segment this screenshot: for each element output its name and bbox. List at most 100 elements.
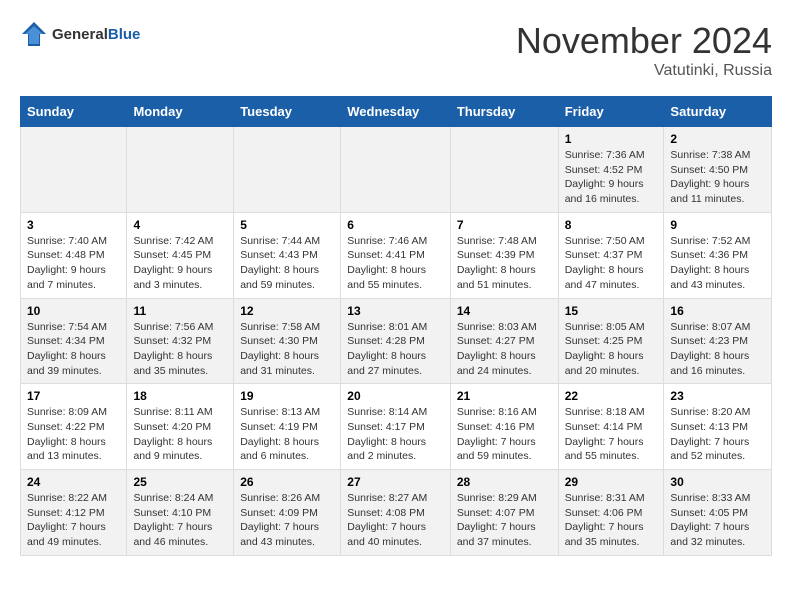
day-number: 10 — [27, 304, 120, 318]
day-number: 25 — [133, 475, 227, 489]
day-info: Sunrise: 7:56 AM Sunset: 4:32 PM Dayligh… — [133, 320, 227, 379]
calendar-day: 8 Sunrise: 7:50 AM Sunset: 4:37 PM Daylig… — [558, 212, 664, 298]
calendar-day: 22Sunrise: 8:18 AM Sunset: 4:14 PM Dayli… — [558, 384, 664, 470]
page-header: GeneralBlue November 2024 Vatutinki, Rus… — [20, 20, 772, 80]
calendar-week-1: 1 Sunrise: 7:36 AM Sunset: 4:52 PM Daylig… — [21, 127, 772, 213]
calendar-day — [21, 127, 127, 213]
day-info: Sunrise: 7:58 AM Sunset: 4:30 PM Dayligh… — [240, 320, 334, 379]
day-number: 3 — [27, 218, 120, 232]
day-number: 27 — [347, 475, 444, 489]
day-number: 15 — [565, 304, 658, 318]
calendar-day: 3 Sunrise: 7:40 AM Sunset: 4:48 PM Daylig… — [21, 212, 127, 298]
day-number: 26 — [240, 475, 334, 489]
day-number: 16 — [670, 304, 765, 318]
day-number: 7 — [457, 218, 552, 232]
day-number: 13 — [347, 304, 444, 318]
location-subtitle: Vatutinki, Russia — [516, 62, 772, 80]
day-info: Sunrise: 8:11 AM Sunset: 4:20 PM Dayligh… — [133, 405, 227, 464]
day-info: Sunrise: 7:50 AM Sunset: 4:37 PM Dayligh… — [565, 234, 658, 293]
day-info: Sunrise: 7:52 AM Sunset: 4:36 PM Dayligh… — [670, 234, 765, 293]
day-info: Sunrise: 7:38 AM Sunset: 4:50 PM Dayligh… — [670, 148, 765, 207]
day-number: 8 — [565, 218, 658, 232]
calendar-day: 19 Sunrise: 8:13 AM Sunset: 4:19 PM Dayli… — [234, 384, 341, 470]
day-number: 1 — [565, 132, 658, 146]
day-number: 24 — [27, 475, 120, 489]
weekday-header-friday: Friday — [558, 97, 664, 127]
day-number: 4 — [133, 218, 227, 232]
day-info: Sunrise: 7:36 AM Sunset: 4:52 PM Dayligh… — [565, 148, 658, 207]
calendar-day: 18 Sunrise: 8:11 AM Sunset: 4:20 PM Dayli… — [127, 384, 234, 470]
logo-icon — [20, 20, 48, 48]
day-info: Sunrise: 8:18 AM Sunset: 4:14 PM Dayligh… — [565, 405, 658, 464]
calendar-day — [450, 127, 558, 213]
day-info: Sunrise: 8:31 AM Sunset: 4:06 PM Dayligh… — [565, 491, 658, 550]
calendar-week-5: 24 Sunrise: 8:22 AM Sunset: 4:12 PM Dayli… — [21, 470, 772, 556]
day-number: 9 — [670, 218, 765, 232]
day-info: Sunrise: 7:40 AM Sunset: 4:48 PM Dayligh… — [27, 234, 120, 293]
day-info: Sunrise: 8:33 AM Sunset: 4:05 PM Dayligh… — [670, 491, 765, 550]
day-number: 12 — [240, 304, 334, 318]
day-number: 28 — [457, 475, 552, 489]
calendar-day: 9 Sunrise: 7:52 AM Sunset: 4:36 PM Daylig… — [664, 212, 772, 298]
day-info: Sunrise: 8:13 AM Sunset: 4:19 PM Dayligh… — [240, 405, 334, 464]
day-number: 17 — [27, 389, 120, 403]
day-info: Sunrise: 8:16 AM Sunset: 4:16 PM Dayligh… — [457, 405, 552, 464]
day-info: Sunrise: 8:07 AM Sunset: 4:23 PM Dayligh… — [670, 320, 765, 379]
calendar-week-2: 3 Sunrise: 7:40 AM Sunset: 4:48 PM Daylig… — [21, 212, 772, 298]
calendar-day: 6 Sunrise: 7:46 AM Sunset: 4:41 PM Daylig… — [341, 212, 451, 298]
day-info: Sunrise: 8:03 AM Sunset: 4:27 PM Dayligh… — [457, 320, 552, 379]
calendar-day: 24 Sunrise: 8:22 AM Sunset: 4:12 PM Dayli… — [21, 470, 127, 556]
day-info: Sunrise: 8:26 AM Sunset: 4:09 PM Dayligh… — [240, 491, 334, 550]
day-info: Sunrise: 7:54 AM Sunset: 4:34 PM Dayligh… — [27, 320, 120, 379]
weekday-header-sunday: Sunday — [21, 97, 127, 127]
weekday-header-saturday: Saturday — [664, 97, 772, 127]
day-number: 2 — [670, 132, 765, 146]
calendar-week-4: 17 Sunrise: 8:09 AM Sunset: 4:22 PM Dayli… — [21, 384, 772, 470]
weekday-header-tuesday: Tuesday — [234, 97, 341, 127]
day-info: Sunrise: 7:46 AM Sunset: 4:41 PM Dayligh… — [347, 234, 444, 293]
calendar-header-row: SundayMondayTuesdayWednesdayThursdayFrid… — [21, 97, 772, 127]
calendar-day: 17 Sunrise: 8:09 AM Sunset: 4:22 PM Dayli… — [21, 384, 127, 470]
day-info: Sunrise: 8:22 AM Sunset: 4:12 PM Dayligh… — [27, 491, 120, 550]
calendar-day: 1 Sunrise: 7:36 AM Sunset: 4:52 PM Daylig… — [558, 127, 664, 213]
day-info: Sunrise: 7:44 AM Sunset: 4:43 PM Dayligh… — [240, 234, 334, 293]
logo: GeneralBlue — [20, 20, 140, 48]
calendar-day: 12 Sunrise: 7:58 AM Sunset: 4:30 PM Dayli… — [234, 298, 341, 384]
day-info: Sunrise: 8:24 AM Sunset: 4:10 PM Dayligh… — [133, 491, 227, 550]
calendar-day — [127, 127, 234, 213]
weekday-header-wednesday: Wednesday — [341, 97, 451, 127]
calendar-day — [341, 127, 451, 213]
calendar-day: 30 Sunrise: 8:33 AM Sunset: 4:05 PM Dayli… — [664, 470, 772, 556]
logo-blue: Blue — [108, 26, 141, 43]
calendar-day: 16 Sunrise: 8:07 AM Sunset: 4:23 PM Dayli… — [664, 298, 772, 384]
calendar-day: 2 Sunrise: 7:38 AM Sunset: 4:50 PM Daylig… — [664, 127, 772, 213]
day-number: 30 — [670, 475, 765, 489]
day-number: 18 — [133, 389, 227, 403]
day-number: 11 — [133, 304, 227, 318]
day-number: 23 — [670, 389, 765, 403]
day-number: 6 — [347, 218, 444, 232]
calendar-day: 23Sunrise: 8:20 AM Sunset: 4:13 PM Dayli… — [664, 384, 772, 470]
calendar-day: 21 Sunrise: 8:16 AM Sunset: 4:16 PM Dayli… — [450, 384, 558, 470]
logo-general: General — [52, 26, 108, 43]
calendar-day: 26 Sunrise: 8:26 AM Sunset: 4:09 PM Dayli… — [234, 470, 341, 556]
day-info: Sunrise: 7:42 AM Sunset: 4:45 PM Dayligh… — [133, 234, 227, 293]
day-number: 19 — [240, 389, 334, 403]
day-info: Sunrise: 8:27 AM Sunset: 4:08 PM Dayligh… — [347, 491, 444, 550]
calendar-day: 27 Sunrise: 8:27 AM Sunset: 4:08 PM Dayli… — [341, 470, 451, 556]
day-number: 14 — [457, 304, 552, 318]
day-number: 20 — [347, 389, 444, 403]
calendar-day: 14 Sunrise: 8:03 AM Sunset: 4:27 PM Dayli… — [450, 298, 558, 384]
day-number: 21 — [457, 389, 552, 403]
calendar-day: 25 Sunrise: 8:24 AM Sunset: 4:10 PM Dayli… — [127, 470, 234, 556]
calendar-day: 11 Sunrise: 7:56 AM Sunset: 4:32 PM Dayli… — [127, 298, 234, 384]
calendar-day: 4 Sunrise: 7:42 AM Sunset: 4:45 PM Daylig… — [127, 212, 234, 298]
calendar-day: 5Sunrise: 7:44 AM Sunset: 4:43 PM Daylig… — [234, 212, 341, 298]
calendar-day: 10 Sunrise: 7:54 AM Sunset: 4:34 PM Dayli… — [21, 298, 127, 384]
day-info: Sunrise: 8:09 AM Sunset: 4:22 PM Dayligh… — [27, 405, 120, 464]
title-block: November 2024 Vatutinki, Russia — [516, 20, 772, 80]
calendar-day: 7Sunrise: 7:48 AM Sunset: 4:39 PM Daylig… — [450, 212, 558, 298]
calendar-day: 29Sunrise: 8:31 AM Sunset: 4:06 PM Dayli… — [558, 470, 664, 556]
weekday-header-thursday: Thursday — [450, 97, 558, 127]
month-title: November 2024 — [516, 20, 772, 62]
